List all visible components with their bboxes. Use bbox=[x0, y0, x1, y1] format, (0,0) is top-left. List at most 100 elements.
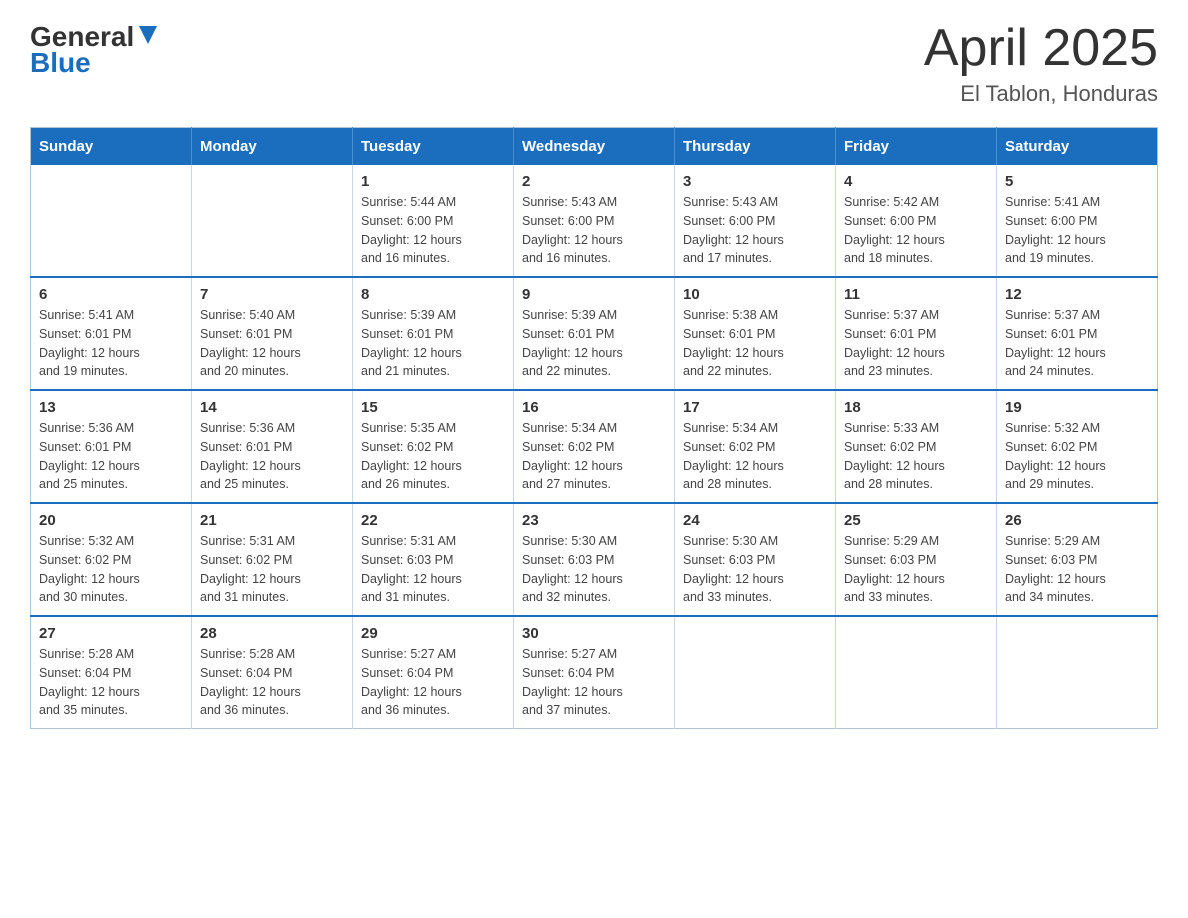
calendar-week-row: 20 Sunrise: 5:32 AMSunset: 6:02 PMDayligh… bbox=[31, 503, 1158, 616]
day-info: Sunrise: 5:32 AMSunset: 6:02 PMDaylight:… bbox=[39, 532, 183, 607]
calendar-day-23: 23 Sunrise: 5:30 AMSunset: 6:03 PMDayligh… bbox=[514, 503, 675, 616]
day-info: Sunrise: 5:33 AMSunset: 6:02 PMDaylight:… bbox=[844, 419, 988, 494]
calendar-day-17: 17Sunrise: 5:34 AMSunset: 6:02 PMDayligh… bbox=[675, 390, 836, 503]
day-info: Sunrise: 5:43 AMSunset: 6:00 PMDaylight:… bbox=[522, 193, 666, 268]
calendar-day-25: 25 Sunrise: 5:29 AMSunset: 6:03 PMDayligh… bbox=[836, 503, 997, 616]
day-info: Sunrise: 5:29 AMSunset: 6:03 PMDaylight:… bbox=[1005, 532, 1149, 607]
calendar-day-13: 13 Sunrise: 5:36 AMSunset: 6:01 PMDayligh… bbox=[31, 390, 192, 503]
day-number: 27 bbox=[39, 625, 183, 642]
calendar-week-row: 1 Sunrise: 5:44 AMSunset: 6:00 PMDaylight… bbox=[31, 165, 1158, 277]
day-number: 18 bbox=[844, 399, 988, 416]
calendar-day-16: 16 Sunrise: 5:34 AMSunset: 6:02 PMDayligh… bbox=[514, 390, 675, 503]
day-info: Sunrise: 5:36 AMSunset: 6:01 PMDaylight:… bbox=[200, 419, 344, 494]
day-number: 16 bbox=[522, 399, 666, 416]
day-info: Sunrise: 5:28 AMSunset: 6:04 PMDaylight:… bbox=[200, 645, 344, 720]
calendar-day-11: 11 Sunrise: 5:37 AMSunset: 6:01 PMDayligh… bbox=[836, 277, 997, 390]
calendar-day-18: 18 Sunrise: 5:33 AMSunset: 6:02 PMDayligh… bbox=[836, 390, 997, 503]
calendar-day-9: 9 Sunrise: 5:39 AMSunset: 6:01 PMDaylight… bbox=[514, 277, 675, 390]
day-header-tuesday: Tuesday bbox=[353, 128, 514, 166]
day-header-wednesday: Wednesday bbox=[514, 128, 675, 166]
day-number: 5 bbox=[1005, 173, 1149, 190]
calendar-day-29: 29Sunrise: 5:27 AMSunset: 6:04 PMDayligh… bbox=[353, 616, 514, 729]
calendar-day-21: 21 Sunrise: 5:31 AMSunset: 6:02 PMDayligh… bbox=[192, 503, 353, 616]
day-info: Sunrise: 5:31 AMSunset: 6:02 PMDaylight:… bbox=[200, 532, 344, 607]
day-info: Sunrise: 5:32 AMSunset: 6:02 PMDaylight:… bbox=[1005, 419, 1149, 494]
day-header-friday: Friday bbox=[836, 128, 997, 166]
logo-text-blue: Blue bbox=[30, 47, 159, 79]
calendar-day-14: 14 Sunrise: 5:36 AMSunset: 6:01 PMDayligh… bbox=[192, 390, 353, 503]
calendar-day-19: 19 Sunrise: 5:32 AMSunset: 6:02 PMDayligh… bbox=[997, 390, 1158, 503]
day-info: Sunrise: 5:34 AMSunset: 6:02 PMDaylight:… bbox=[522, 419, 666, 494]
day-header-thursday: Thursday bbox=[675, 128, 836, 166]
calendar-day-20: 20 Sunrise: 5:32 AMSunset: 6:02 PMDayligh… bbox=[31, 503, 192, 616]
day-number: 26 bbox=[1005, 512, 1149, 529]
day-info: Sunrise: 5:31 AMSunset: 6:03 PMDaylight:… bbox=[361, 532, 505, 607]
calendar-day-3: 3 Sunrise: 5:43 AMSunset: 6:00 PMDaylight… bbox=[675, 165, 836, 277]
calendar-day-7: 7 Sunrise: 5:40 AMSunset: 6:01 PMDaylight… bbox=[192, 277, 353, 390]
calendar-day-10: 10 Sunrise: 5:38 AMSunset: 6:01 PMDayligh… bbox=[675, 277, 836, 390]
day-number: 28 bbox=[200, 625, 344, 642]
empty-cell bbox=[997, 616, 1158, 729]
day-info: Sunrise: 5:30 AMSunset: 6:03 PMDaylight:… bbox=[522, 532, 666, 607]
page-title: April 2025 bbox=[924, 20, 1158, 77]
day-number: 14 bbox=[200, 399, 344, 416]
day-number: 19 bbox=[1005, 399, 1149, 416]
day-info: Sunrise: 5:44 AMSunset: 6:00 PMDaylight:… bbox=[361, 193, 505, 268]
calendar-day-6: 6 Sunrise: 5:41 AMSunset: 6:01 PMDaylight… bbox=[31, 277, 192, 390]
calendar-week-row: 13 Sunrise: 5:36 AMSunset: 6:01 PMDayligh… bbox=[31, 390, 1158, 503]
day-info: Sunrise: 5:28 AMSunset: 6:04 PMDaylight:… bbox=[39, 645, 183, 720]
calendar-day-2: 2 Sunrise: 5:43 AMSunset: 6:00 PMDaylight… bbox=[514, 165, 675, 277]
day-info: Sunrise: 5:29 AMSunset: 6:03 PMDaylight:… bbox=[844, 532, 988, 607]
day-info: Sunrise: 5:36 AMSunset: 6:01 PMDaylight:… bbox=[39, 419, 183, 494]
day-number: 6 bbox=[39, 286, 183, 303]
empty-cell bbox=[836, 616, 997, 729]
day-number: 7 bbox=[200, 286, 344, 303]
page-subtitle: El Tablon, Honduras bbox=[924, 81, 1158, 107]
title-section: April 2025 El Tablon, Honduras bbox=[924, 20, 1158, 107]
calendar-day-22: 22Sunrise: 5:31 AMSunset: 6:03 PMDayligh… bbox=[353, 503, 514, 616]
calendar-header-row: SundayMondayTuesdayWednesdayThursdayFrid… bbox=[31, 128, 1158, 166]
empty-cell bbox=[192, 165, 353, 277]
empty-cell bbox=[31, 165, 192, 277]
calendar-day-12: 12Sunrise: 5:37 AMSunset: 6:01 PMDayligh… bbox=[997, 277, 1158, 390]
day-number: 1 bbox=[361, 173, 505, 190]
day-header-sunday: Sunday bbox=[31, 128, 192, 166]
day-number: 25 bbox=[844, 512, 988, 529]
day-info: Sunrise: 5:27 AMSunset: 6:04 PMDaylight:… bbox=[522, 645, 666, 720]
calendar-day-27: 27 Sunrise: 5:28 AMSunset: 6:04 PMDayligh… bbox=[31, 616, 192, 729]
day-info: Sunrise: 5:41 AMSunset: 6:00 PMDaylight:… bbox=[1005, 193, 1149, 268]
calendar-day-28: 28 Sunrise: 5:28 AMSunset: 6:04 PMDayligh… bbox=[192, 616, 353, 729]
day-header-saturday: Saturday bbox=[997, 128, 1158, 166]
calendar-day-26: 26 Sunrise: 5:29 AMSunset: 6:03 PMDayligh… bbox=[997, 503, 1158, 616]
day-number: 17 bbox=[683, 399, 827, 416]
day-number: 11 bbox=[844, 286, 988, 303]
day-info: Sunrise: 5:37 AMSunset: 6:01 PMDaylight:… bbox=[1005, 306, 1149, 381]
day-number: 21 bbox=[200, 512, 344, 529]
day-number: 10 bbox=[683, 286, 827, 303]
day-number: 23 bbox=[522, 512, 666, 529]
day-number: 13 bbox=[39, 399, 183, 416]
day-header-monday: Monday bbox=[192, 128, 353, 166]
logo: General Blue bbox=[30, 20, 159, 79]
calendar-day-30: 30 Sunrise: 5:27 AMSunset: 6:04 PMDayligh… bbox=[514, 616, 675, 729]
empty-cell bbox=[675, 616, 836, 729]
calendar-day-24: 24Sunrise: 5:30 AMSunset: 6:03 PMDayligh… bbox=[675, 503, 836, 616]
day-info: Sunrise: 5:41 AMSunset: 6:01 PMDaylight:… bbox=[39, 306, 183, 381]
day-info: Sunrise: 5:38 AMSunset: 6:01 PMDaylight:… bbox=[683, 306, 827, 381]
calendar-day-15: 15Sunrise: 5:35 AMSunset: 6:02 PMDayligh… bbox=[353, 390, 514, 503]
day-info: Sunrise: 5:39 AMSunset: 6:01 PMDaylight:… bbox=[522, 306, 666, 381]
day-number: 30 bbox=[522, 625, 666, 642]
day-info: Sunrise: 5:40 AMSunset: 6:01 PMDaylight:… bbox=[200, 306, 344, 381]
day-info: Sunrise: 5:39 AMSunset: 6:01 PMDaylight:… bbox=[361, 306, 505, 381]
calendar-week-row: 27 Sunrise: 5:28 AMSunset: 6:04 PMDayligh… bbox=[31, 616, 1158, 729]
calendar-table: SundayMondayTuesdayWednesdayThursdayFrid… bbox=[30, 127, 1158, 729]
calendar-day-1: 1 Sunrise: 5:44 AMSunset: 6:00 PMDaylight… bbox=[353, 165, 514, 277]
day-info: Sunrise: 5:37 AMSunset: 6:01 PMDaylight:… bbox=[844, 306, 988, 381]
day-info: Sunrise: 5:43 AMSunset: 6:00 PMDaylight:… bbox=[683, 193, 827, 268]
day-number: 20 bbox=[39, 512, 183, 529]
day-number: 2 bbox=[522, 173, 666, 190]
day-number: 9 bbox=[522, 286, 666, 303]
day-number: 3 bbox=[683, 173, 827, 190]
calendar-day-4: 4Sunrise: 5:42 AMSunset: 6:00 PMDaylight… bbox=[836, 165, 997, 277]
page-header: General Blue April 2025 El Tablon, Hondu… bbox=[30, 20, 1158, 107]
